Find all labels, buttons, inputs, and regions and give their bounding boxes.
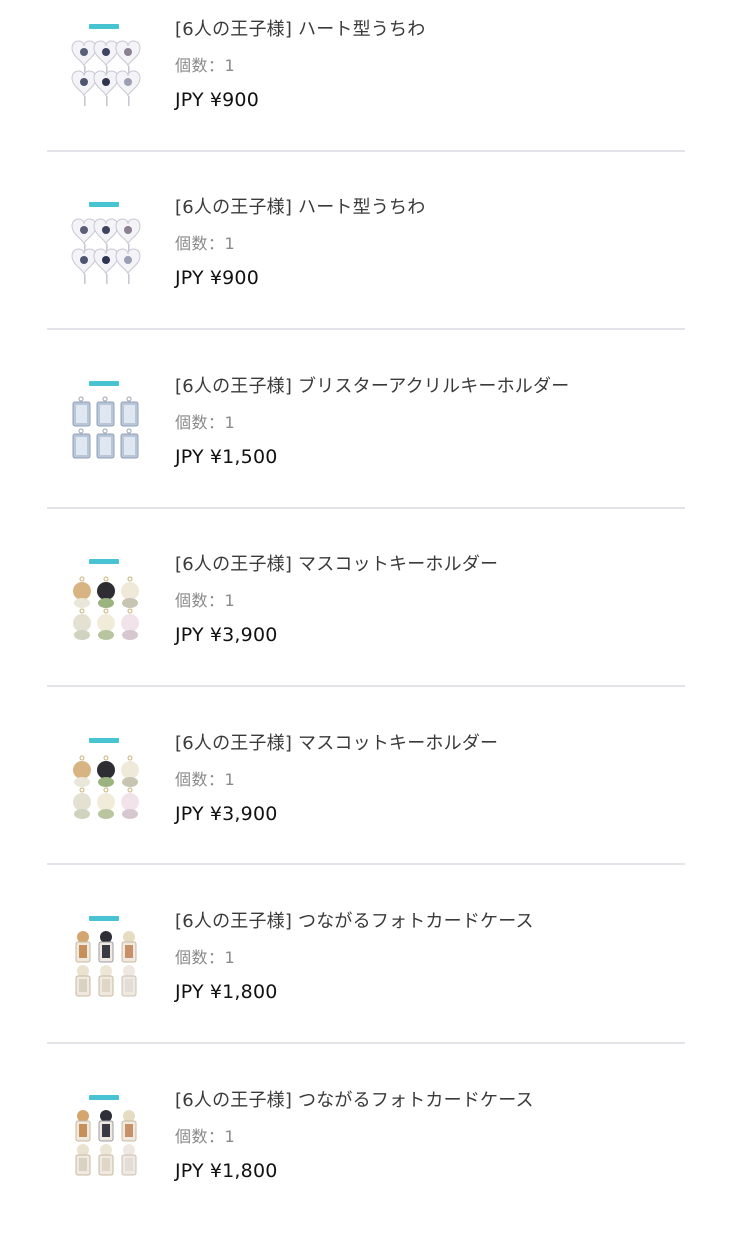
divider [47,685,685,687]
quantity-label: 個数：1 [175,56,236,75]
quantity-label: 個数：1 [175,770,236,789]
cart-item-list: [6人の王子様] ハート型うちわ 個数：1 JPY ¥900 [6人の王子様] ハ… [0,0,732,1200]
product-name[interactable]: [6人の王子様] ハート型うちわ [175,15,425,41]
divider [47,863,685,865]
price: JPY ¥900 [175,89,259,111]
price-value: ¥3,900 [209,803,278,825]
product-name[interactable]: [6人の王子様] ブリスターアクリルキーホルダー [175,372,569,398]
quantity-label: 個数：1 [175,591,236,610]
acrylic-keyholder-product-icon[interactable] [56,359,152,463]
mascot-keyholder-product-icon[interactable] [56,537,152,641]
price: JPY ¥900 [175,267,259,289]
divider [47,1042,685,1044]
price-value: ¥1,500 [209,446,278,468]
quantity-label: 個数：1 [175,948,236,967]
cart-item[interactable]: [6人の王子様] マスコットキーホルダー 個数：1 JPY ¥3,900 [0,714,732,892]
product-name[interactable]: [6人の王子様] つながるフォトカードケース [175,907,534,933]
photocard-case-product-icon[interactable] [56,894,152,998]
currency-code: JPY [175,981,204,1003]
divider [47,507,685,509]
price-value: ¥1,800 [209,981,278,1003]
mascot-keyholder-product-icon[interactable] [56,716,152,820]
price: JPY ¥1,500 [175,446,278,468]
price-value: ¥900 [209,267,260,289]
heart-uchiwa-product-icon[interactable] [56,180,152,284]
price: JPY ¥1,800 [175,1160,278,1182]
currency-code: JPY [175,803,204,825]
currency-code: JPY [175,267,204,289]
price-value: ¥1,800 [209,1160,278,1182]
currency-code: JPY [175,446,204,468]
product-name[interactable]: [6人の王子様] つながるフォトカードケース [175,1086,534,1112]
divider [47,328,685,330]
cart-item[interactable]: [6人の王子様] つながるフォトカードケース 個数：1 JPY ¥1,800 [0,1071,732,1249]
product-name[interactable]: [6人の王子様] ハート型うちわ [175,193,425,219]
divider [47,150,685,152]
price: JPY ¥3,900 [175,624,278,646]
product-name[interactable]: [6人の王子様] マスコットキーホルダー [175,550,498,576]
quantity-label: 個数：1 [175,234,236,253]
price-value: ¥3,900 [209,624,278,646]
heart-uchiwa-product-icon[interactable] [56,2,152,106]
price: JPY ¥1,800 [175,981,278,1003]
price: JPY ¥3,900 [175,803,278,825]
currency-code: JPY [175,1160,204,1182]
currency-code: JPY [175,624,204,646]
quantity-label: 個数：1 [175,413,236,432]
quantity-label: 個数：1 [175,1127,236,1146]
currency-code: JPY [175,89,204,111]
price-value: ¥900 [209,89,260,111]
product-name[interactable]: [6人の王子様] マスコットキーホルダー [175,729,498,755]
photocard-case-product-icon[interactable] [56,1073,152,1177]
